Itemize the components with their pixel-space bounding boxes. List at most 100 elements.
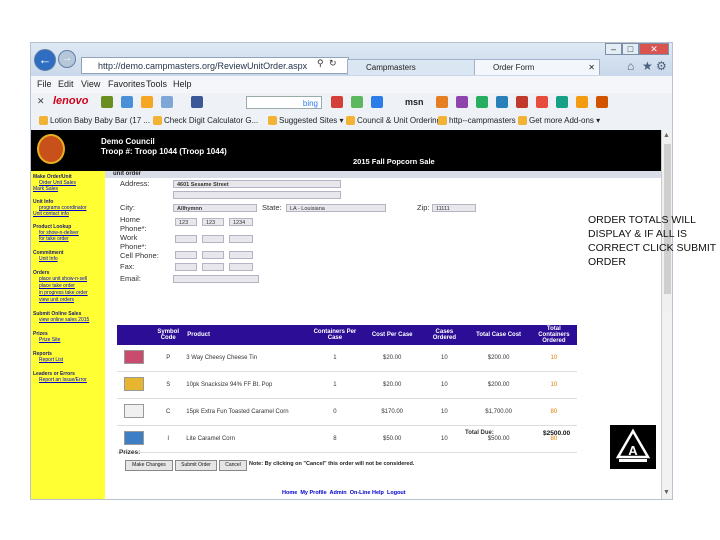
home-phone-line[interactable]: 1234 (229, 218, 253, 226)
refresh-icon[interactable]: ↻ (329, 58, 337, 69)
outer-scrollbar[interactable]: ▼ (661, 313, 672, 498)
toolbar-icon[interactable] (456, 96, 468, 108)
close-window-button[interactable]: ✕ (639, 43, 669, 55)
toolbar-icon[interactable] (596, 96, 608, 108)
toolbar-icon[interactable] (496, 96, 508, 108)
favorite-link[interactable]: http--campmasters ▾ (438, 116, 522, 126)
menu-tools[interactable]: Tools (146, 79, 167, 89)
work-phone-prefix[interactable] (202, 235, 224, 243)
toolbar-icon[interactable] (161, 96, 173, 108)
menu-view[interactable]: View (81, 79, 100, 89)
fax-prefix[interactable] (202, 263, 224, 271)
toolbar-icon[interactable] (121, 96, 133, 108)
menu-file[interactable]: File (37, 79, 52, 89)
footer-link-home[interactable]: Home (282, 490, 297, 496)
menu-help[interactable]: Help (173, 79, 192, 89)
zip-field[interactable]: 11111 (432, 204, 476, 212)
sidebar-link[interactable]: view online sales 2015 (39, 317, 89, 323)
bing-search-box[interactable]: bing (246, 96, 322, 109)
toolbar-icon[interactable] (141, 96, 153, 108)
email-field[interactable] (173, 275, 259, 283)
footer-link-logout[interactable]: Logout (387, 490, 406, 496)
menu-favorites[interactable]: Favorites (108, 79, 145, 89)
sidebar-link[interactable]: Report an Issue/Error (39, 377, 87, 383)
minimize-button[interactable]: – (605, 43, 622, 55)
state-select[interactable]: LA - Louisiana (286, 204, 386, 212)
sidebar-link[interactable]: Unit Info (39, 256, 58, 262)
cell-phone-line[interactable] (229, 251, 253, 259)
favorite-link[interactable]: Check Digit Calculator G... (153, 116, 258, 126)
footer-link-help[interactable]: On-Line Help (350, 490, 384, 496)
make-changes-button[interactable]: Make Changes (125, 460, 173, 471)
settings-gear-icon[interactable]: ⚙ (656, 59, 667, 73)
work-phone-area[interactable] (175, 235, 197, 243)
sidebar-link[interactable]: in progress take order (39, 290, 88, 296)
containers-per-case: 1 (307, 345, 363, 372)
council-name: Demo Council (101, 137, 155, 146)
city-label: City: (120, 203, 135, 212)
home-phone-prefix[interactable]: 123 (202, 218, 224, 226)
menu-edit[interactable]: Edit (58, 79, 74, 89)
scroll-up-icon[interactable]: ▲ (663, 132, 670, 139)
address-line2-field[interactable] (173, 191, 341, 199)
symbol-code: C (151, 398, 186, 426)
toolbar-icon[interactable] (516, 96, 528, 108)
toolbar-icon[interactable] (476, 96, 488, 108)
forward-button[interactable]: → (58, 50, 76, 68)
favorite-link[interactable]: Suggested Sites ▾ (268, 116, 344, 126)
cell-phone-prefix[interactable] (202, 251, 224, 259)
sidebar-link[interactable]: place take order (39, 283, 75, 289)
toolbar-icon[interactable] (536, 96, 548, 108)
footer-link-admin[interactable]: Admin (330, 490, 347, 496)
close-toolbar-icon[interactable]: ✕ (37, 96, 45, 107)
favorite-link[interactable]: Council & Unit Ordering (346, 116, 441, 126)
sidebar-link[interactable]: Report List (39, 357, 63, 363)
fax-area[interactable] (175, 263, 197, 271)
favorite-link[interactable]: Get more Add-ons ▾ (518, 116, 600, 126)
cancel-button[interactable]: Cancel (219, 460, 247, 471)
product-image (124, 404, 145, 418)
favorite-link[interactable]: Lotion Baby Baby Bar (17 ... (39, 116, 150, 126)
sidebar-link[interactable]: view unit orders (39, 297, 74, 303)
address-field[interactable]: 4601 Sesame Street (173, 180, 341, 188)
sidebar-link[interactable]: for take order (39, 236, 69, 242)
facebook-icon[interactable] (191, 96, 203, 108)
fax-line[interactable] (229, 263, 253, 271)
city-field[interactable]: Allhymnn (173, 204, 257, 212)
close-tab-icon[interactable]: ✕ (588, 60, 595, 76)
total-containers: 10 (530, 371, 577, 399)
toolbar-icon[interactable] (576, 96, 588, 108)
search-icon[interactable]: ⚲ (317, 58, 324, 69)
toolbar-icon[interactable] (371, 96, 383, 108)
tab-order-form[interactable]: Order Form ✕ (474, 59, 600, 75)
back-button[interactable]: ← (34, 49, 56, 71)
home-icon[interactable]: ⌂ (627, 59, 634, 73)
msn-link[interactable]: msn (405, 97, 424, 107)
sidebar-link[interactable]: Mark Sales (33, 186, 58, 192)
section-bar: unit order (105, 171, 661, 178)
sidebar-link[interactable]: Prize Site (39, 337, 60, 343)
containers-per-case: 8 (307, 425, 363, 453)
cell-phone-area[interactable] (175, 251, 197, 259)
sidebar-link[interactable]: Unit contact info (33, 211, 69, 217)
toolbar-icon[interactable] (436, 96, 448, 108)
column-header: Product (185, 325, 308, 345)
work-phone-line[interactable] (229, 235, 253, 243)
footer-link-profile[interactable]: My Profile (300, 490, 326, 496)
toolbar-icon[interactable] (556, 96, 568, 108)
scroll-down-icon[interactable]: ▼ (663, 489, 670, 496)
browser-window: ← → http://demo.campmasters.org/ReviewUn… (30, 42, 673, 500)
toolbar-icon[interactable] (351, 96, 363, 108)
column-header (117, 325, 152, 345)
favorites-star-icon[interactable]: ★ (642, 59, 653, 73)
toolbar-icon[interactable] (331, 96, 343, 108)
troop-number: Troop #: Troop 1044 (Troop 1044) (101, 147, 227, 156)
home-phone-area[interactable]: 123 (175, 218, 197, 226)
address-bar[interactable]: http://demo.campmasters.org/ReviewUnitOr… (81, 57, 349, 74)
main-content: unit order Address: 4601 Sesame Street C… (105, 171, 661, 499)
maximize-button[interactable]: □ (622, 43, 639, 55)
sidebar-link[interactable]: place unit show-n-sell (39, 276, 87, 282)
submit-order-button[interactable]: Submit Order (175, 460, 217, 471)
toolbar-icon[interactable] (101, 96, 113, 108)
tab-campmasters[interactable]: Campmasters (347, 59, 475, 75)
